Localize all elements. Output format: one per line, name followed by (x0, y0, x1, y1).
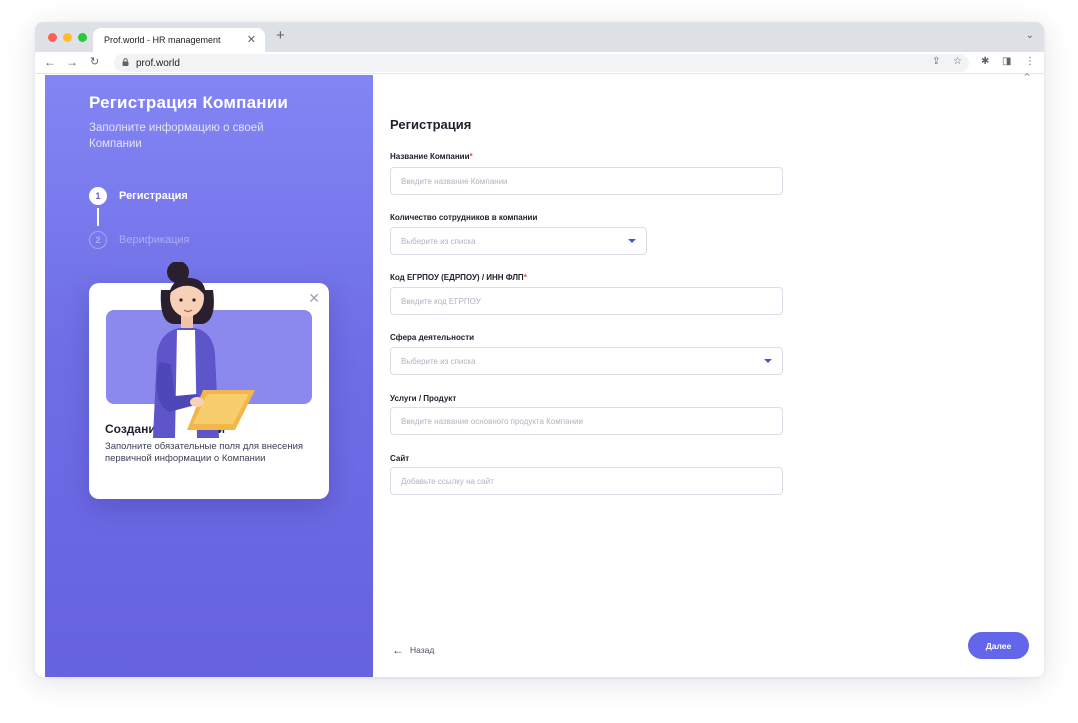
lock-icon (122, 58, 129, 68)
website-label: Сайт (390, 454, 410, 463)
activity-sphere-select[interactable]: Выберите из списка (390, 347, 783, 375)
employees-count-select[interactable]: Выберите из списка (390, 227, 647, 255)
step-1-label[interactable]: Регистрация (119, 190, 188, 202)
back-icon[interactable]: ← (44, 55, 56, 69)
chevron-up-icon[interactable]: ⌃ (1022, 71, 1032, 85)
sidebar-title: Регистрация Компании (89, 93, 289, 112)
sidepanel-icon[interactable]: ◨ (1002, 56, 1011, 67)
minimize-window-button[interactable] (63, 33, 72, 42)
company-name-label: Название Компании* (390, 152, 473, 161)
reload-icon[interactable]: ↻ (90, 55, 99, 68)
tab-title: Prof.world - HR management (104, 35, 221, 45)
company-name-input[interactable]: Введите название Компании (390, 167, 783, 195)
address-bar[interactable]: prof.world (114, 54, 969, 72)
step-1-number: 1 (89, 187, 107, 205)
close-window-button[interactable] (48, 33, 57, 42)
activity-sphere-placeholder: Выберите из списка (401, 356, 476, 366)
back-label: Назад (410, 645, 435, 655)
registration-form-panel: ⌃ Регистрация Название Компании* Введите… (373, 71, 1044, 677)
star-icon[interactable]: ☆ (953, 56, 962, 67)
share-icon[interactable]: ⇪ (932, 56, 940, 67)
extensions-icon[interactable]: ✱ (981, 56, 989, 67)
back-button[interactable]: ← Назад (392, 643, 434, 657)
activity-sphere-label: Сфера деятельности (390, 333, 475, 342)
employees-count-label: Количество сотрудников в компании (390, 213, 538, 222)
edrpou-label: Код ЕГРПОУ (ЕДРПОУ) / ИНН ФЛП* (390, 273, 527, 282)
sidebar-subtitle: Заполните информацию о своей Компании (89, 122, 264, 150)
website-input[interactable]: Добавьте ссылку на сайт (390, 467, 783, 495)
tab-strip: Prof.world - HR management ✕ + ⌄ (35, 22, 1044, 52)
next-button[interactable]: Далее (968, 632, 1029, 659)
caret-down-icon (764, 359, 772, 363)
step-connector (97, 208, 99, 226)
caret-down-icon (628, 239, 636, 243)
forward-icon[interactable]: → (66, 55, 78, 69)
tab-search-icon[interactable]: ⌄ (1026, 30, 1034, 41)
card-text: Заполните обязательные поля для внесения… (105, 441, 304, 464)
menu-icon[interactable]: ⋮ (1025, 56, 1035, 67)
employees-count-placeholder: Выберите из списка (401, 236, 476, 246)
arrow-left-icon: ← (392, 643, 404, 657)
close-icon[interactable]: ✕ (308, 290, 320, 307)
step-2-number: 2 (89, 231, 107, 249)
form-title: Регистрация (390, 117, 472, 132)
browser-window: Prof.world - HR management ✕ + ⌄ ← → ↻ p… (35, 22, 1044, 677)
browser-toolbar: ← → ↻ prof.world ⇪ ☆ ✱ ◨ ⋮ (35, 52, 1044, 74)
edrpou-input[interactable]: Введите код ЕГРПОУ (390, 287, 783, 315)
url-text: prof.world (136, 57, 180, 69)
services-input[interactable]: Введите название основного продукта Комп… (390, 407, 783, 435)
maximize-window-button[interactable] (78, 33, 87, 42)
woman-clipboard-illustration (153, 262, 255, 438)
tab-close-icon[interactable]: ✕ (247, 33, 256, 46)
browser-tab[interactable]: Prof.world - HR management ✕ (93, 28, 265, 52)
step-2-label: Верификация (119, 234, 190, 246)
services-label: Услуги / Продукт (390, 394, 457, 403)
new-tab-button[interactable]: + (276, 27, 285, 44)
